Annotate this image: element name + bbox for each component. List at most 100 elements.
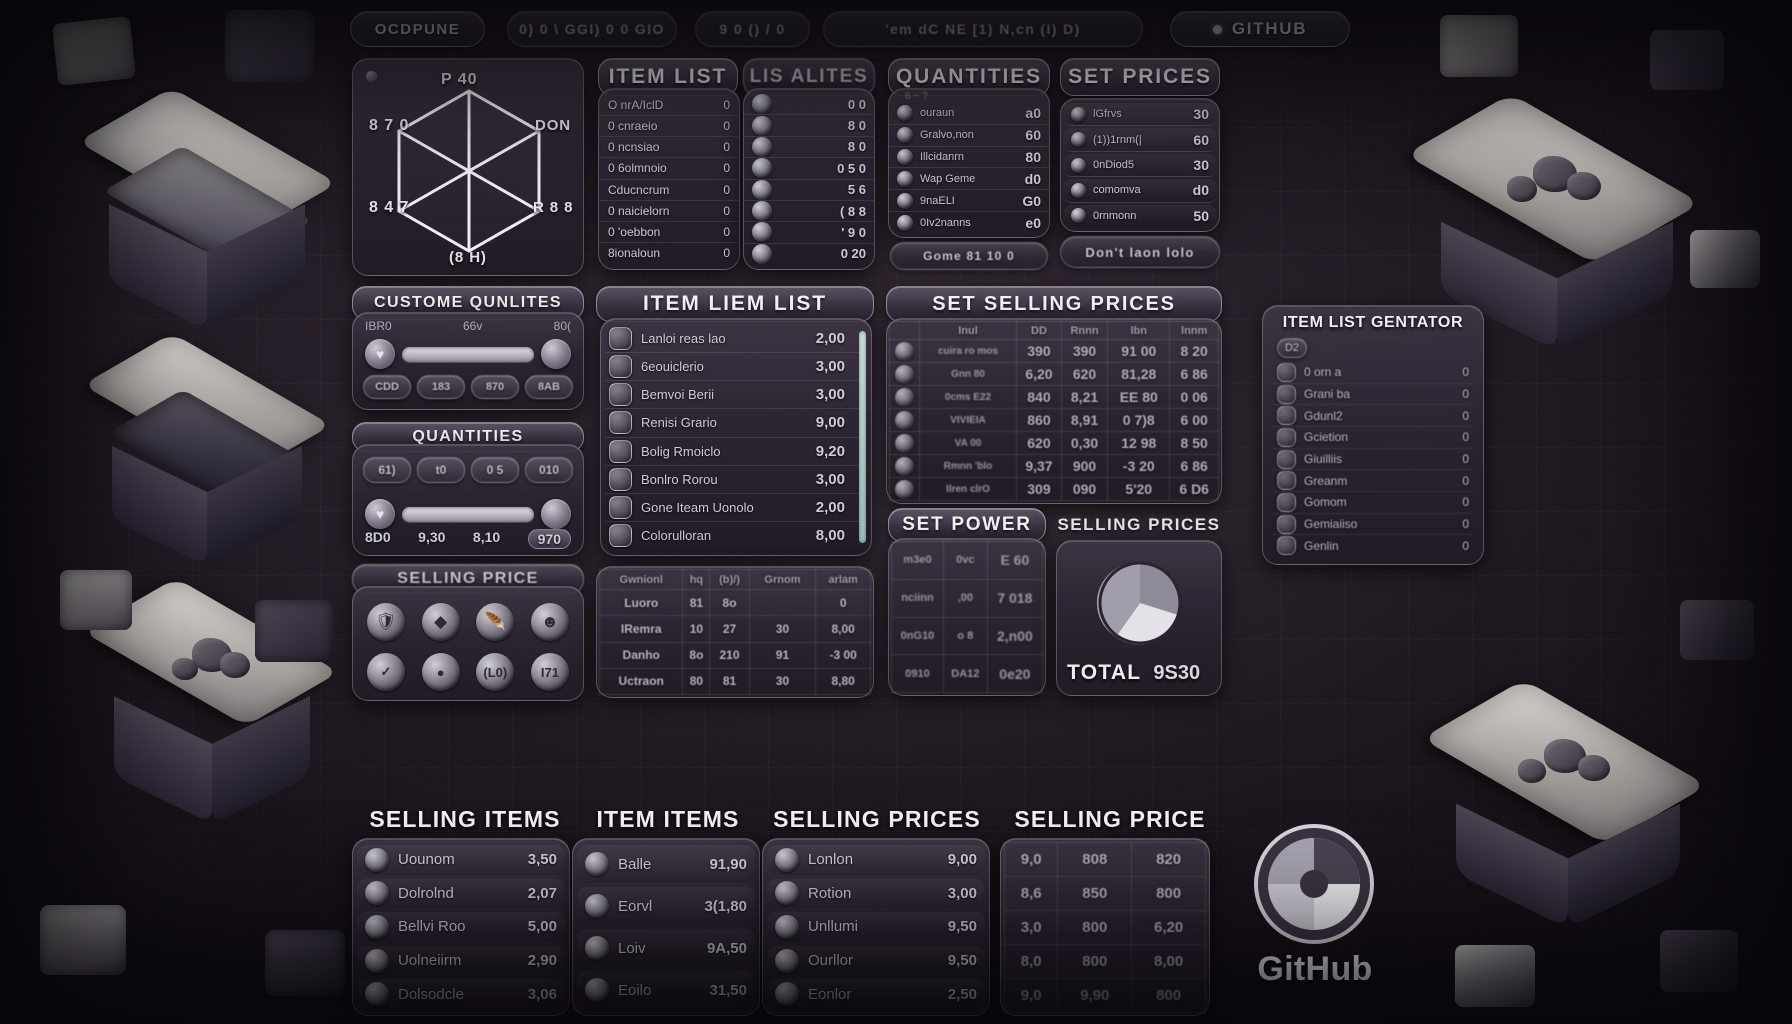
list-item[interactable]: 8 0 [744, 136, 874, 159]
quality-button[interactable]: 870 [471, 375, 519, 399]
list-item[interactable]: 0 0 [744, 94, 874, 116]
topbar-button-2[interactable]: 0) 0 \ GGI) 0 0 GIO [507, 11, 677, 47]
list-item[interactable]: 0 'oebbon 0 [599, 222, 739, 243]
quality-button[interactable]: CDD [363, 375, 411, 399]
list-item-value: 0 [1462, 387, 1469, 401]
list-item[interactable]: Loiv 9A,50 [577, 929, 755, 967]
list-item[interactable]: Bemvoi Berii 3,00 [605, 381, 867, 410]
list-item[interactable]: 9naELI G0 [889, 190, 1049, 213]
list-item[interactable]: ( 8 8 [744, 201, 874, 223]
list-item[interactable]: Uolneiirm 2,90 [357, 945, 565, 976]
item-list-generator-badge[interactable]: D2 [1277, 338, 1307, 358]
list-item[interactable]: 0Iv2nanns e0 [889, 212, 1049, 233]
list-item[interactable]: Gemiaiiso 0 [1273, 514, 1473, 536]
list-item-label: O nrA/IclD [608, 98, 664, 113]
list-item-value: 5 6 [847, 182, 866, 198]
heart-icon[interactable]: ♥ [365, 499, 395, 529]
coin-icon [775, 847, 799, 872]
github-button[interactable]: GITHUB [1170, 11, 1350, 47]
list-item[interactable]: Giuilliis 0 [1273, 449, 1473, 471]
list-item[interactable]: Wap Geme d0 [889, 168, 1049, 191]
list-item[interactable]: 8ionaloun 0 [599, 243, 739, 263]
list-item[interactable]: 0 ncnsiao 0 [599, 137, 739, 159]
list-item[interactable]: Grani ba 0 [1273, 384, 1473, 406]
list-item[interactable]: Cducncrum 0 [599, 180, 739, 201]
list-item[interactable]: Eoilo 31,50 [577, 971, 755, 1009]
list-item[interactable]: 0 orn a 0 [1273, 362, 1473, 384]
list-item[interactable]: Rotion 3,00 [767, 878, 985, 909]
tag-icon[interactable]: (L0) [476, 653, 515, 691]
github-logo[interactable]: GitHub [1236, 820, 1394, 1016]
list-item[interactable]: Gone Iteam Uonolo 2,00 [605, 494, 867, 522]
slider-handle[interactable] [541, 339, 571, 369]
coin-icon[interactable]: I71 [530, 653, 569, 691]
list-item[interactable]: 0rnmonn 50 [1063, 204, 1217, 228]
quality-button[interactable]: 183 [417, 375, 465, 399]
list-item[interactable]: 5 6 [744, 179, 874, 201]
topbar-button-1[interactable]: OCDPUNE [350, 11, 485, 47]
list-item-value: 0 [723, 140, 730, 155]
list-item-label: Gone Iteam Uonolo [641, 499, 754, 515]
quality-button[interactable]: 8AB [525, 375, 573, 399]
face-icon[interactable]: ☻ [530, 603, 569, 641]
quantities-slider[interactable]: ♥ [365, 499, 571, 529]
list-item[interactable]: O nrA/IclD 0 [599, 95, 739, 117]
custom-qualities-slider[interactable]: ♥ [365, 339, 571, 369]
list-item[interactable]: 0 6olmnoio 0 [599, 158, 739, 180]
list-item[interactable]: comomva d0 [1063, 179, 1217, 203]
list-item[interactable]: Uounom 3,50 [357, 845, 565, 875]
list-item[interactable]: Genlin 0 [1273, 535, 1473, 556]
list-item[interactable]: Gcietion 0 [1273, 427, 1473, 449]
topbar-button-3[interactable]: 9 0 () / 0 [695, 11, 810, 47]
list-item[interactable]: 0 naicielorn 0 [599, 201, 739, 222]
quantity-button[interactable]: 0 5 [471, 457, 519, 483]
topbar-button-4[interactable]: 'em dC NE [1) N,cn (I) D) [823, 11, 1143, 47]
slider-track[interactable] [402, 346, 534, 362]
list-item[interactable]: Gdunl2 0 [1273, 405, 1473, 428]
list-item[interactable]: Colorulloran 8,00 [605, 522, 867, 549]
list-item[interactable]: 0 cnraeio 0 [599, 116, 739, 138]
list-item[interactable]: Bolig Rmoiclo 9,20 [605, 438, 867, 466]
list-item[interactable]: (1))1rnm(| 60 [1063, 128, 1217, 152]
check-icon[interactable]: ✓ [367, 653, 405, 691]
list-item[interactable]: Gomom 0 [1273, 492, 1473, 514]
list-item[interactable]: ' 9 0 [744, 222, 874, 244]
heart-icon[interactable]: ♥ [365, 339, 395, 369]
feather-icon[interactable]: 🪶 [476, 603, 515, 641]
shield-icon[interactable]: 🛡 [367, 603, 405, 641]
list-item[interactable]: Gralvo,non 60 [889, 125, 1049, 147]
quantities-footer-button[interactable]: Gome 81 10 0 [890, 242, 1048, 270]
list-item[interactable]: Eonlor 2,50 [767, 979, 985, 1009]
slider-track[interactable] [402, 506, 534, 522]
set-prices-footer-button[interactable]: Don't laon lolo [1060, 236, 1220, 268]
list-item[interactable]: Balle 91,90 [577, 845, 755, 883]
list-item[interactable]: lGfrvs 30 [1063, 103, 1217, 127]
list-item[interactable]: Illcidanrn 80 [889, 147, 1049, 169]
pebble-icon [365, 914, 389, 939]
quantity-button[interactable]: 61) [363, 457, 411, 483]
list-item[interactable]: Eorvl 3(1,80 [577, 887, 755, 925]
list-item[interactable]: Lanloi reas lao 2,00 [605, 325, 867, 354]
list-item[interactable]: Renisi Grario 9,00 [605, 409, 867, 438]
list-item[interactable]: 0 5 0 [744, 158, 874, 180]
quantity-button[interactable]: t0 [417, 457, 465, 483]
list-item[interactable]: Bonlro Rorou 3,00 [605, 466, 867, 494]
list-item[interactable]: Unllumi 9,50 [767, 912, 985, 942]
list-item[interactable]: 6eouiclerio 3,00 [605, 353, 867, 382]
list-item[interactable]: 8 0 [744, 115, 874, 137]
list-item[interactable]: 0 20 [744, 243, 874, 264]
quantity-button[interactable]: 010 [525, 457, 573, 483]
list-item[interactable]: Lonlon 9,00 [767, 845, 985, 875]
list-item[interactable]: 0nDiod5 30 [1063, 153, 1217, 178]
list-item[interactable]: Dolsodcle 3,06 [357, 979, 565, 1009]
list-item[interactable]: Greanm 0 [1273, 470, 1473, 493]
list-item[interactable]: ouraun a0 [889, 103, 1049, 125]
slider-handle[interactable] [541, 499, 571, 529]
item-liem-list-scrollbar[interactable] [859, 331, 866, 543]
diamond-icon[interactable]: ◆ [421, 603, 460, 641]
list-item[interactable]: Ourllor 9,50 [767, 945, 985, 976]
list-item-label: Lanloi reas lao [641, 331, 726, 347]
list-item[interactable]: Bellvi Roo 5,00 [357, 912, 565, 942]
orb-icon[interactable]: ● [421, 653, 460, 691]
list-item[interactable]: Dolrolnd 2,07 [357, 878, 565, 909]
